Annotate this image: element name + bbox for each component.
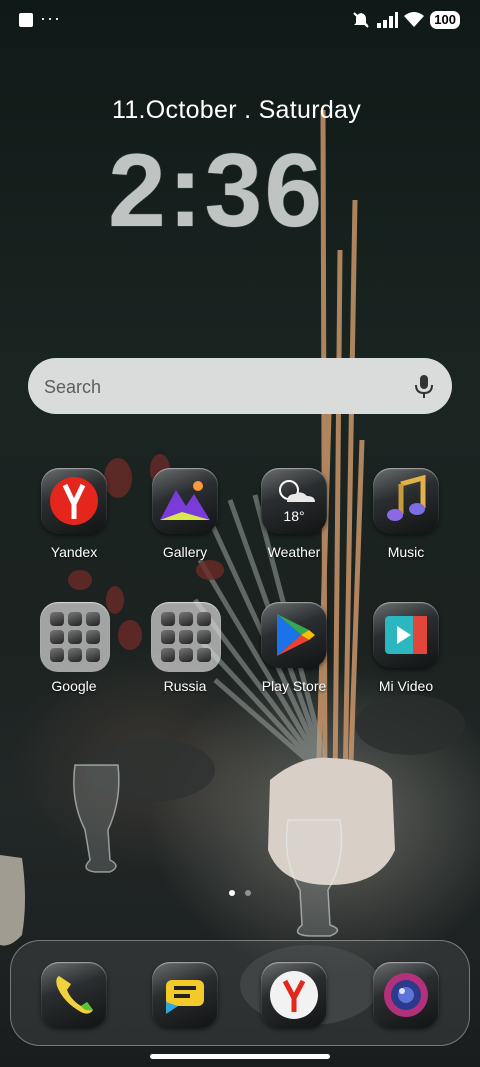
- app-yandex[interactable]: Yandex: [26, 468, 122, 578]
- app-weather[interactable]: 18° Weather: [246, 468, 342, 578]
- phone-icon: [41, 962, 107, 1028]
- folder-google[interactable]: Google: [26, 602, 122, 712]
- weather-temp: 18°: [283, 508, 305, 524]
- app-play-store[interactable]: Play Store: [246, 602, 342, 712]
- weather-icon: 18°: [261, 468, 327, 534]
- app-label: Google: [51, 678, 97, 694]
- wifi-icon: [404, 12, 425, 27]
- app-music[interactable]: Music: [358, 468, 454, 578]
- battery-icon: 100: [430, 11, 460, 29]
- status-bar: ··· 100: [0, 0, 480, 40]
- page-indicator-dot-active[interactable]: [229, 890, 235, 896]
- music-icon: [373, 468, 439, 534]
- page-indicator-dot[interactable]: [245, 890, 251, 896]
- camera-icon: [373, 962, 439, 1028]
- notification-square-icon: [19, 13, 33, 27]
- gallery-icon: [152, 468, 218, 534]
- dock-app-messages[interactable]: [137, 962, 233, 1032]
- dock-app-camera[interactable]: [358, 962, 454, 1032]
- app-label: Weather: [267, 544, 321, 560]
- search-input[interactable]: [42, 358, 386, 416]
- mute-icon: [353, 12, 370, 28]
- app-gallery[interactable]: Gallery: [137, 468, 233, 578]
- app-label: Mi Video: [378, 678, 434, 694]
- folder-icon: [40, 602, 110, 672]
- home-gesture-bar[interactable]: [150, 1054, 330, 1059]
- app-mi-video[interactable]: Mi Video: [358, 602, 454, 712]
- folder-icon: [151, 602, 221, 672]
- clock-time[interactable]: 2:36: [108, 136, 324, 246]
- folder-russia[interactable]: Russia: [137, 602, 233, 712]
- messages-icon: [152, 962, 218, 1028]
- dock-app-phone[interactable]: [26, 962, 122, 1032]
- app-label: Music: [387, 544, 425, 560]
- yandex-icon: [41, 468, 107, 534]
- yandex-browser-icon: [261, 962, 327, 1028]
- signal-icon: [377, 12, 399, 28]
- app-label: Russia: [163, 678, 207, 694]
- search-bar[interactable]: [28, 358, 452, 416]
- more-dots-icon: ···: [40, 8, 61, 28]
- dock-app-yandex-browser[interactable]: [246, 962, 342, 1032]
- app-label: Yandex: [50, 544, 98, 560]
- mi-video-icon: [373, 602, 439, 668]
- play-store-icon: [261, 602, 327, 668]
- app-label: Play Store: [261, 678, 327, 694]
- date-label[interactable]: 11.October . Saturday: [112, 96, 361, 125]
- microphone-icon[interactable]: [410, 372, 438, 400]
- app-label: Gallery: [162, 544, 208, 560]
